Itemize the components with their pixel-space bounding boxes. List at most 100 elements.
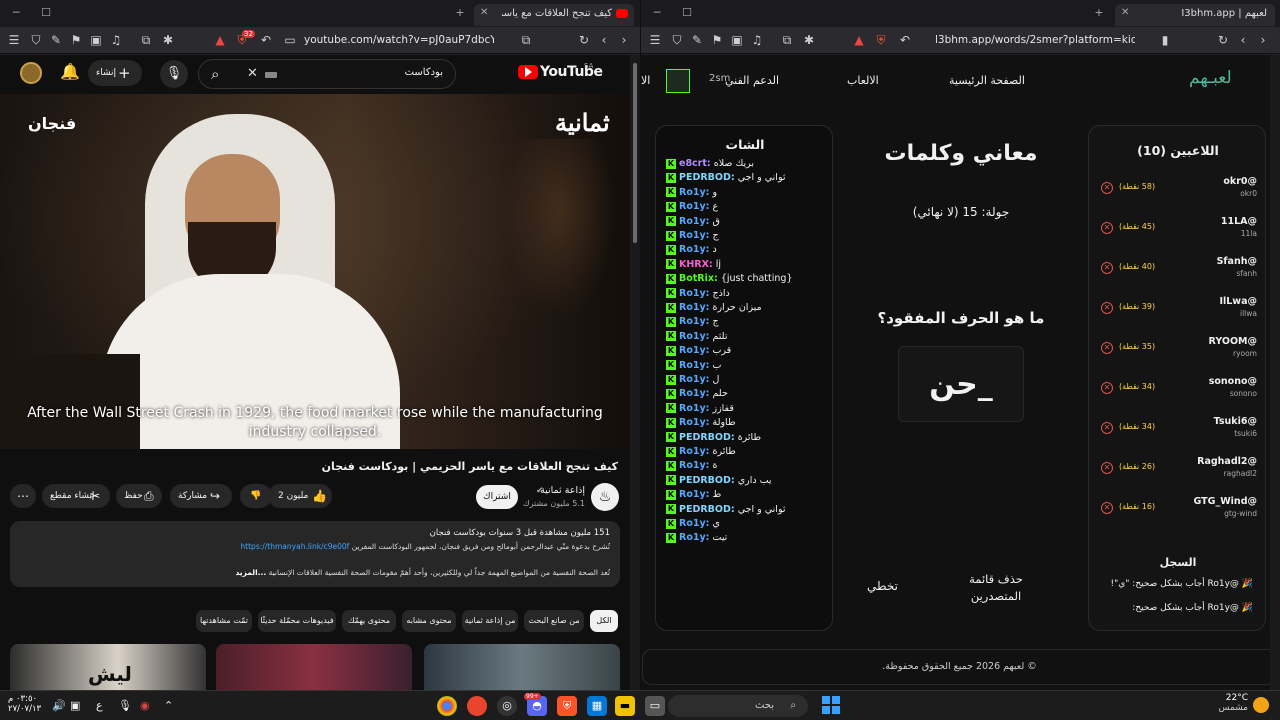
microphone-icon[interactable]: 🎙 xyxy=(160,60,188,88)
chip-watched[interactable]: تمّت مشاهدتها xyxy=(196,610,252,632)
channel-name[interactable]: إذاعة ثمانية xyxy=(540,485,585,496)
windows-start-icon[interactable] xyxy=(822,696,840,714)
bookmark-icon[interactable]: ⚑ xyxy=(709,32,725,48)
skip-button[interactable]: تخطي xyxy=(867,579,898,593)
search-icon[interactable]: ⌕ xyxy=(211,65,219,83)
close-tab-icon[interactable]: ✕ xyxy=(1121,7,1129,18)
remove-player-icon[interactable]: ✕ xyxy=(1101,262,1113,274)
remove-player-icon[interactable]: ✕ xyxy=(1101,462,1113,474)
thumbnail-2[interactable] xyxy=(216,644,412,690)
tray-chevron-icon[interactable]: ⌃ xyxy=(164,699,173,712)
clip-button[interactable]: ✂ إنشاء مقطع xyxy=(42,484,110,508)
description-link[interactable]: https://thmanyah.link/c9e00f xyxy=(240,542,349,551)
chat-user[interactable]: Ro1y: xyxy=(679,374,709,385)
shield-icon[interactable]: ⛉ xyxy=(669,32,685,48)
chat-user[interactable]: Ro1y: xyxy=(679,230,709,241)
speaker-icon[interactable]: 🔊 xyxy=(52,699,66,712)
menu-icon[interactable]: ☰ xyxy=(647,32,663,48)
subscribe-button[interactable]: اشتراك xyxy=(476,485,518,509)
shield-icon[interactable]: ⛉ xyxy=(28,32,44,48)
description-box[interactable]: 151 مليون مشاهدة قبل 3 سنوات بودكاست فنج… xyxy=(10,521,620,587)
minimize-icon[interactable]: ─ xyxy=(649,5,665,21)
bookmark-icon[interactable]: ⚑ xyxy=(68,32,84,48)
chat-user[interactable]: KHRX: xyxy=(679,259,713,270)
bookmark-page-icon[interactable]: ▮ xyxy=(1157,32,1173,48)
puzzle-icon[interactable]: ✱ xyxy=(801,32,817,48)
channel-avatar[interactable]: ♨ xyxy=(591,483,619,511)
task-view-icon[interactable]: ▭ xyxy=(645,696,665,716)
chat-user[interactable]: Ro1y: xyxy=(679,345,709,356)
file-explorer-icon[interactable]: ▬ xyxy=(615,696,635,716)
reload-icon[interactable]: ↻ xyxy=(576,32,592,48)
chat-user[interactable]: BotRix: xyxy=(679,273,718,284)
forward-icon[interactable]: › xyxy=(1255,32,1271,48)
chat-user[interactable]: Ro1y: xyxy=(679,288,709,299)
remove-player-icon[interactable]: ✕ xyxy=(1101,222,1113,234)
nav-cut-item[interactable]: الا xyxy=(641,74,650,87)
music-icon[interactable]: ♫ xyxy=(749,32,765,48)
vpn-icon[interactable]: ▲ xyxy=(212,32,228,48)
reload-icon[interactable]: ↻ xyxy=(1215,32,1231,48)
dislike-button[interactable]: 👎 xyxy=(240,484,272,508)
copy-link-icon[interactable]: ⧉ xyxy=(518,32,534,48)
chat-user[interactable]: PEDRBOD: xyxy=(679,504,735,515)
chat-user[interactable]: Ro1y: xyxy=(679,216,709,227)
brave-taskbar-icon[interactable]: ⛨ xyxy=(557,696,577,716)
record-icon[interactable]: ◉ xyxy=(140,699,150,712)
page-scrollbar[interactable] xyxy=(630,55,640,690)
chat-user[interactable]: Ro1y: xyxy=(679,302,709,313)
like-button[interactable]: 👍 2 مليون xyxy=(268,484,332,508)
chat-user[interactable]: Ro1y: xyxy=(679,403,709,414)
chip-similar[interactable]: محتوى مشابه xyxy=(402,610,456,632)
firefox-icon[interactable] xyxy=(467,696,487,716)
menu-icon[interactable]: ☰ xyxy=(6,32,22,48)
chat-user[interactable]: PEDRBOD: xyxy=(679,432,735,443)
remove-player-icon[interactable]: ✕ xyxy=(1101,342,1113,354)
site-logo[interactable]: لعبـهم xyxy=(1189,68,1232,88)
chip-recently-uploaded[interactable]: فيديوهات محمّلة حديثًا xyxy=(258,610,336,632)
sidebar-icon[interactable]: ▣ xyxy=(729,32,745,48)
remove-player-icon[interactable]: ✕ xyxy=(1101,182,1113,194)
chat-user[interactable]: Ro1y: xyxy=(679,446,709,457)
new-tab-icon[interactable]: + xyxy=(452,5,468,21)
maximize-icon[interactable]: ☐ xyxy=(679,5,695,21)
more-options-icon[interactable]: ⋯ xyxy=(10,484,36,508)
chat-user[interactable]: Ro1y: xyxy=(679,489,709,500)
address-bar[interactable]: youtube.com/watch?v=pJ0auP7dbcY&t=4... xyxy=(304,31,494,50)
microphone-tray-icon[interactable]: 🎙 xyxy=(118,699,132,712)
chat-user[interactable]: Ro1y: xyxy=(679,417,709,428)
extension-icon[interactable]: ✎ xyxy=(48,32,64,48)
nav-home[interactable]: الصفحة الرئيسية xyxy=(949,74,1025,87)
chat-user[interactable]: Ro1y: xyxy=(679,316,709,327)
nav-support[interactable]: الدعم الفني xyxy=(725,74,779,87)
back-icon[interactable]: ‹ xyxy=(596,32,612,48)
chat-user[interactable]: Ro1y: xyxy=(679,388,709,399)
youtube-logo-icon[interactable] xyxy=(518,65,538,79)
language-indicator[interactable]: ع xyxy=(96,699,103,712)
reader-icon[interactable]: ↶ xyxy=(897,32,913,48)
back-icon[interactable]: ‹ xyxy=(1235,32,1251,48)
tab-youtube[interactable]: كيف تنجح العلاقات مع ياسر الحزيمي | بودك… xyxy=(474,4,634,26)
chat-user[interactable]: Ro1y: xyxy=(679,201,709,212)
maximize-icon[interactable]: ☐ xyxy=(38,5,54,21)
avatar[interactable] xyxy=(20,62,42,84)
brave-icon[interactable]: ⛨ xyxy=(873,32,889,48)
reader-icon[interactable]: ↶ xyxy=(258,32,274,48)
chat-user[interactable]: PEDRBOD: xyxy=(679,475,735,486)
chat-user[interactable]: PEDRBOD: xyxy=(679,172,735,183)
description-more[interactable]: ...المزيد xyxy=(235,568,266,577)
remove-player-icon[interactable]: ✕ xyxy=(1101,422,1113,434)
chip-interest[interactable]: محتوى يهمّك xyxy=(342,610,396,632)
chat-user[interactable]: Ro1y: xyxy=(679,360,709,371)
music-icon[interactable]: ♫ xyxy=(108,32,124,48)
thumbnail-3[interactable] xyxy=(424,644,620,690)
chat-user[interactable]: Ro1y: xyxy=(679,244,709,255)
save-button[interactable]: ⎙ حفظ xyxy=(116,484,162,508)
keyboard-icon[interactable] xyxy=(265,72,277,78)
share-button[interactable]: ↪ مشاركة xyxy=(170,484,232,508)
network-icon[interactable]: ▣ xyxy=(70,699,80,712)
tab-l3bhm[interactable]: لعبهم | I3bhm.app ✕ xyxy=(1115,4,1275,26)
close-tab-icon[interactable]: ✕ xyxy=(480,7,488,18)
chat-user[interactable]: Ro1y: xyxy=(679,460,709,471)
chip-from-thmanyah[interactable]: من إذاعة ثمانية xyxy=(462,610,518,632)
